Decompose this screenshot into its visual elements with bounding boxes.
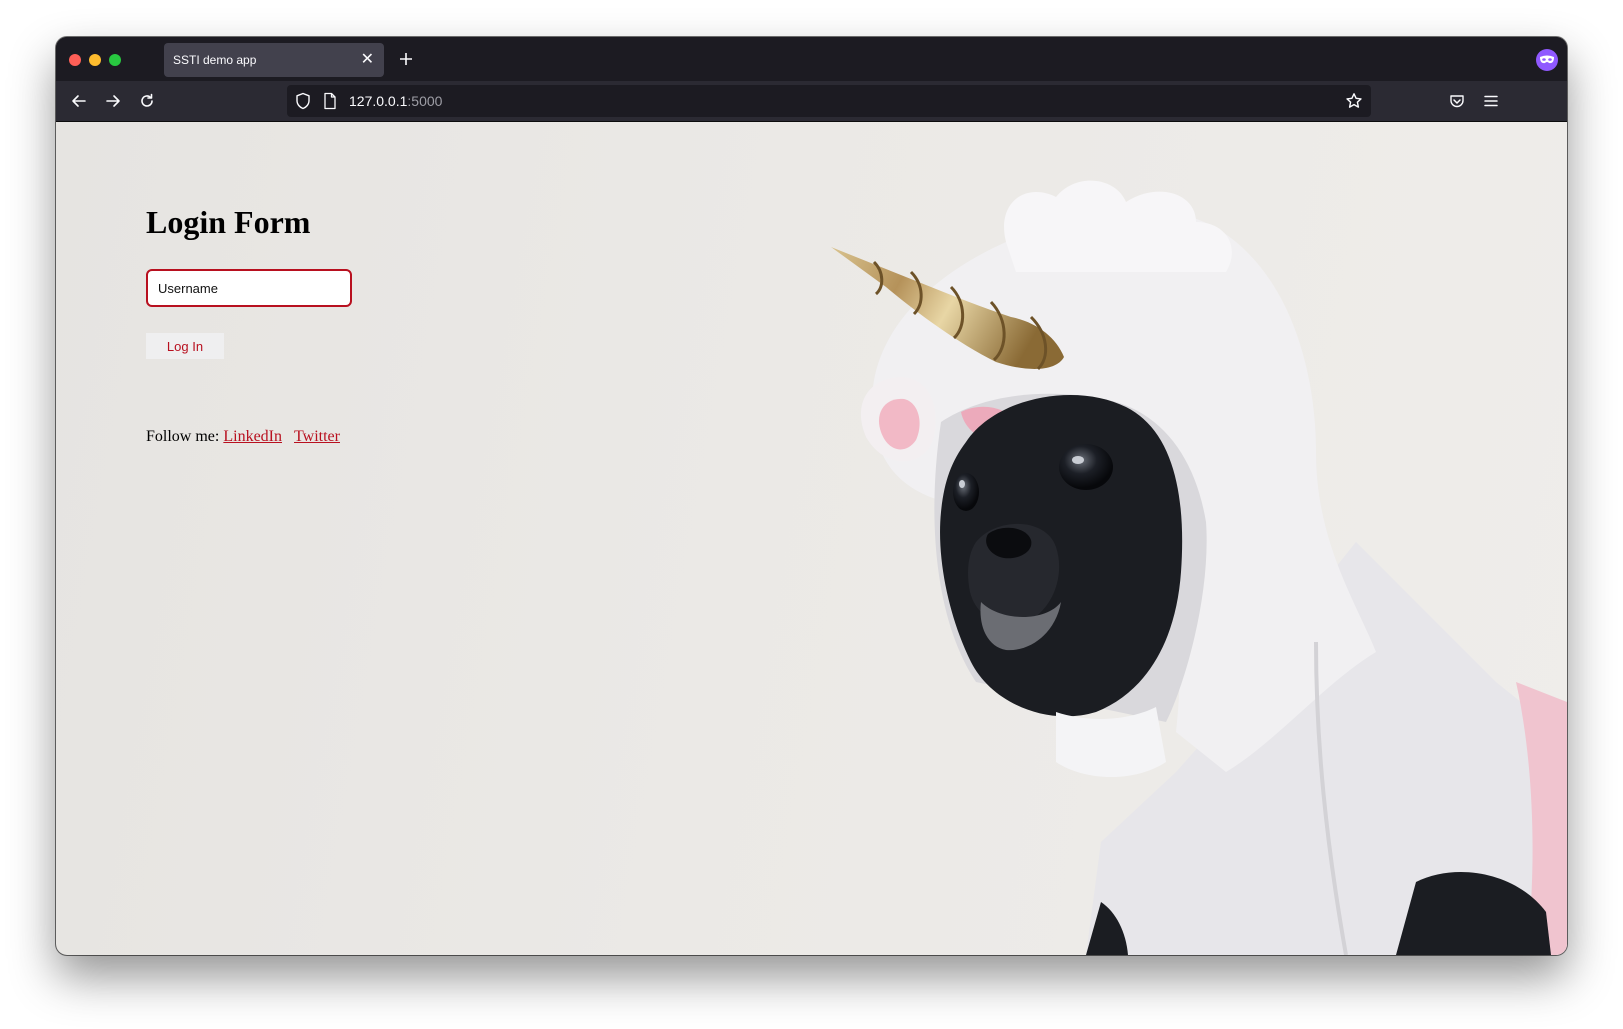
close-window-button[interactable] [69, 54, 81, 66]
navigation-toolbar: 127.0.0.1:5000 [56, 81, 1567, 122]
hamburger-menu-icon[interactable] [1479, 89, 1503, 113]
follow-me-label: Follow me: [146, 428, 220, 445]
browser-window: SSTI demo app ✕ 127.0.0.1:5000 Login For… [56, 37, 1567, 955]
url-bar[interactable]: 127.0.0.1:5000 [287, 85, 1371, 117]
private-browsing-mask-icon[interactable] [1536, 49, 1558, 71]
tab-active[interactable]: SSTI demo app ✕ [164, 43, 384, 77]
follow-me-line: Follow me: LinkedIn Twitter [146, 428, 340, 446]
username-input[interactable] [146, 269, 352, 307]
pocket-icon[interactable] [1445, 89, 1469, 113]
page-content: Login Form Log In Follow me: LinkedIn Tw… [56, 122, 1567, 955]
twitter-link[interactable]: Twitter [294, 428, 340, 445]
dog-in-unicorn-costume-photo [831, 180, 1567, 955]
arrow-right-icon[interactable] [101, 89, 125, 113]
page-title: Login Form [146, 204, 311, 240]
zoom-window-button[interactable] [109, 54, 121, 66]
tab-bar: SSTI demo app ✕ [56, 37, 1567, 81]
close-icon[interactable]: ✕ [361, 52, 374, 68]
url-port: :5000 [407, 93, 443, 109]
url-text[interactable]: 127.0.0.1:5000 [349, 93, 442, 109]
page-icon[interactable] [323, 92, 337, 115]
arrow-left-icon[interactable] [67, 89, 91, 113]
plus-icon[interactable] [396, 49, 416, 69]
minimize-window-button[interactable] [89, 54, 101, 66]
star-icon[interactable] [1345, 92, 1363, 115]
linkedin-link[interactable]: LinkedIn [223, 428, 282, 445]
tab-title: SSTI demo app [173, 53, 257, 67]
reload-icon[interactable] [135, 89, 159, 113]
url-host: 127.0.0.1 [349, 93, 408, 109]
login-button[interactable]: Log In [146, 333, 224, 359]
shield-icon[interactable] [295, 92, 311, 115]
